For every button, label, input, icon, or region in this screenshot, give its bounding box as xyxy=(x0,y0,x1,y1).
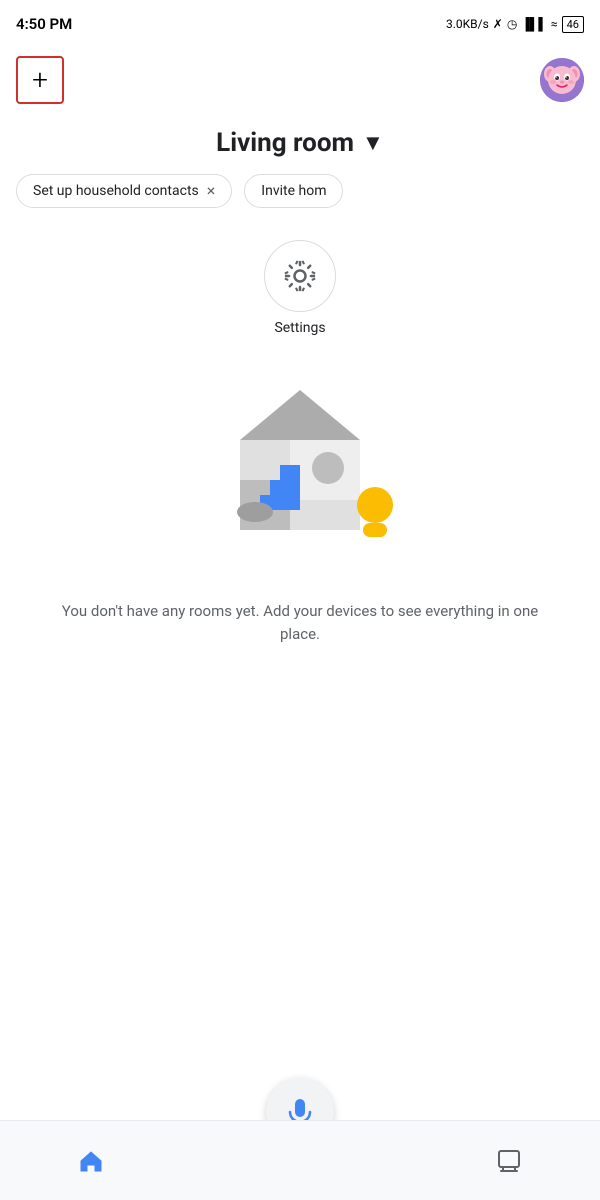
top-bar: + xyxy=(0,48,600,112)
empty-state-text: You don't have any rooms yet. Add your d… xyxy=(62,602,538,643)
status-bar: 4:50 PM 3.0KB/s ✗ ◷ ▐▌▌ ≈ 46 xyxy=(0,0,600,48)
settings-button[interactable] xyxy=(264,240,336,312)
battery-icon: 46 xyxy=(562,16,584,33)
empty-state-message: You don't have any rooms yet. Add your d… xyxy=(0,588,600,657)
gear-icon xyxy=(282,258,318,294)
nav-devices[interactable] xyxy=(495,1147,523,1175)
bottom-nav xyxy=(0,1120,600,1200)
devices-nav-icon xyxy=(495,1147,523,1175)
chips-row: Set up household contacts × Invite hom xyxy=(0,166,600,216)
house-illustration xyxy=(0,344,600,588)
home-title: Living room xyxy=(216,128,354,158)
status-time: 4:50 PM xyxy=(16,15,72,33)
title-area[interactable]: Living room ▼ xyxy=(0,112,600,166)
invite-home-chip[interactable]: Invite hom xyxy=(244,174,343,208)
chip-label: Set up household contacts xyxy=(33,183,199,199)
invite-chip-label: Invite hom xyxy=(261,183,326,199)
add-button[interactable]: + xyxy=(16,56,64,104)
dropdown-arrow-icon: ▼ xyxy=(362,130,384,156)
status-icons: 3.0KB/s ✗ ◷ ▐▌▌ ≈ 46 xyxy=(446,16,584,33)
household-contacts-chip[interactable]: Set up household contacts × xyxy=(16,174,232,208)
network-speed: 3.0KB/s xyxy=(446,17,489,31)
plus-icon: + xyxy=(32,66,48,94)
wifi-icon: ≈ xyxy=(551,17,558,31)
avatar[interactable] xyxy=(540,58,584,102)
alarm-icon: ◷ xyxy=(507,17,517,31)
settings-section: Settings xyxy=(0,216,600,344)
chip-close-icon[interactable]: × xyxy=(207,183,216,199)
signal-icon: ▐▌▌ xyxy=(521,17,547,31)
settings-label: Settings xyxy=(274,320,325,336)
home-nav-icon xyxy=(77,1147,105,1175)
bluetooth-icon: ✗ xyxy=(493,17,503,31)
avatar-image xyxy=(540,58,584,102)
nav-home[interactable] xyxy=(77,1147,105,1175)
